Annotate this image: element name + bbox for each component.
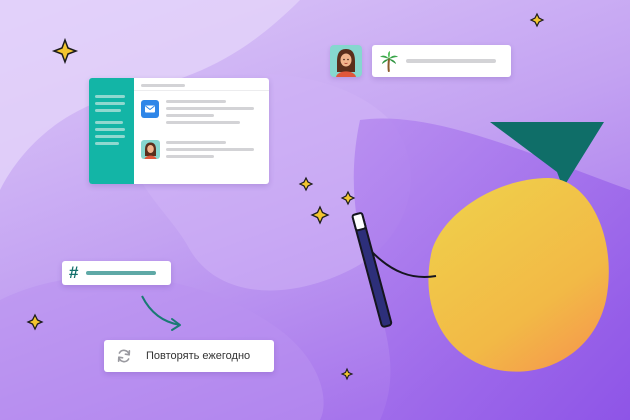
text-placeholder (166, 148, 254, 151)
user-avatar[interactable] (330, 45, 362, 77)
sidebar-item (95, 102, 125, 105)
sidebar-item (95, 121, 123, 124)
text-placeholder (166, 114, 214, 117)
refresh-icon (117, 349, 131, 363)
hashtag-icon: # (69, 263, 79, 282)
app-sidebar (89, 78, 134, 184)
list-item[interactable] (141, 140, 160, 159)
background-illustration (0, 0, 630, 420)
chat-message-card[interactable] (372, 45, 511, 77)
sidebar-item (95, 109, 121, 112)
sidebar-item (95, 135, 125, 138)
header-placeholder (141, 84, 185, 87)
palm-tree-icon (380, 51, 398, 72)
sidebar-item (95, 95, 125, 98)
text-placeholder (166, 141, 226, 144)
mail-app-icon (145, 105, 155, 113)
avatar-icon (144, 142, 157, 159)
channel-card[interactable]: # (62, 261, 171, 285)
sidebar-item (95, 128, 125, 131)
channel-name-placeholder (86, 271, 156, 275)
header-divider (134, 90, 269, 91)
text-placeholder (166, 155, 214, 158)
sidebar-item (95, 142, 119, 145)
avatar-icon (336, 49, 356, 77)
text-placeholder (166, 100, 226, 103)
repeat-yearly-label: Повторять ежегодно (146, 350, 251, 362)
list-item[interactable] (141, 100, 159, 118)
app-mock-window (89, 78, 269, 184)
text-placeholder (166, 107, 254, 110)
message-placeholder (406, 59, 496, 63)
text-placeholder (166, 121, 240, 124)
repeat-yearly-option[interactable]: Повторять ежегодно (104, 340, 274, 372)
